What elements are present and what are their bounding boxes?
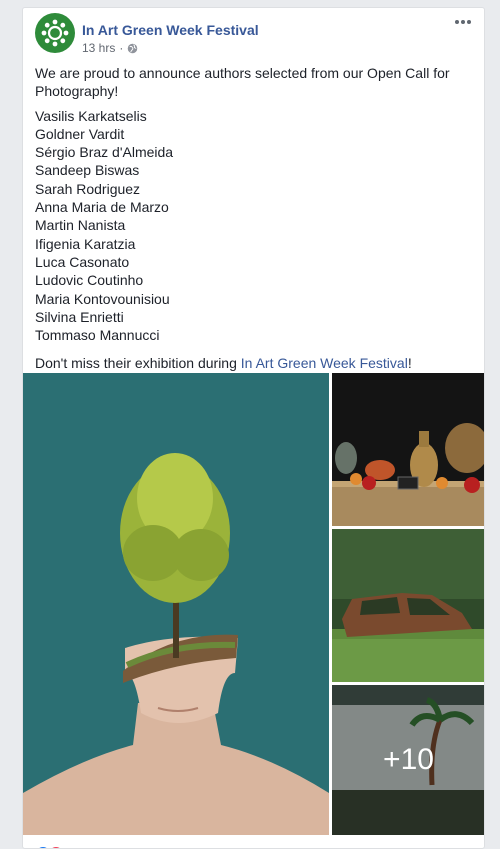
page-name-link[interactable]: In Art Green Week Festival xyxy=(82,22,259,38)
more-dot xyxy=(467,20,471,24)
more-dot xyxy=(461,20,465,24)
authors-list: Vasilis Karkatselis Goldner Vardit Sérgi… xyxy=(35,107,475,345)
meta-separator: · xyxy=(119,41,124,55)
main-photo-tree-head[interactable] xyxy=(23,373,329,835)
author-name: Silvina Enrietti xyxy=(35,308,124,325)
photo-wall-mural[interactable]: +10 xyxy=(332,685,484,835)
author-name: Anna Maria de Marzo xyxy=(35,199,169,216)
post-meta: 13 hrs · xyxy=(82,41,138,55)
post-header: In Art Green Week Festival 13 hrs · xyxy=(35,13,474,55)
more-horizontal-icon xyxy=(455,20,459,24)
post-text: We are proud to announce authors selecte… xyxy=(35,64,475,373)
author-name: Goldner Vardit xyxy=(35,125,125,142)
author-name: Luca Casonato xyxy=(35,253,130,270)
outro-text: Don't miss their exhibition during xyxy=(35,355,241,372)
more-options-button[interactable] xyxy=(452,15,474,29)
author-name: Sarah Rodriguez xyxy=(35,180,141,197)
author-name: Ifigenia Karatzia xyxy=(35,235,136,252)
author-name: Martin Nanista xyxy=(35,217,126,234)
photo-abandoned-car[interactable] xyxy=(332,529,484,682)
tree-head-image xyxy=(23,373,329,835)
post-card: In Art Green Week Festival 13 hrs · We a… xyxy=(22,7,485,849)
author-name: Sandeep Biswas xyxy=(35,162,140,179)
page-avatar[interactable] xyxy=(35,13,75,53)
globe-icon[interactable] xyxy=(127,43,138,54)
photo-still-life[interactable] xyxy=(332,373,484,526)
post-timestamp[interactable]: 13 hrs xyxy=(82,41,115,55)
abandoned-car-image xyxy=(332,529,484,682)
author-name: Sérgio Braz d'Almeida xyxy=(35,144,174,161)
post-intro: We are proud to announce authors selecte… xyxy=(35,65,450,100)
author-name: Tommaso Mannucci xyxy=(35,327,160,344)
outro-end: ! xyxy=(407,355,412,372)
still-life-image xyxy=(332,373,484,526)
festival-logo-icon xyxy=(41,19,69,47)
author-name: Vasilis Karkatselis xyxy=(35,107,147,124)
festival-link[interactable]: In Art Green Week Festival xyxy=(241,355,408,371)
author-name: Ludovic Coutinho xyxy=(35,272,144,289)
author-name: Maria Kontovounisiou xyxy=(35,290,170,307)
photo-grid: +10 xyxy=(23,373,484,836)
more-photos-overlay[interactable]: +10 xyxy=(332,685,484,835)
post-outro: Don't miss their exhibition during In Ar… xyxy=(35,354,475,372)
